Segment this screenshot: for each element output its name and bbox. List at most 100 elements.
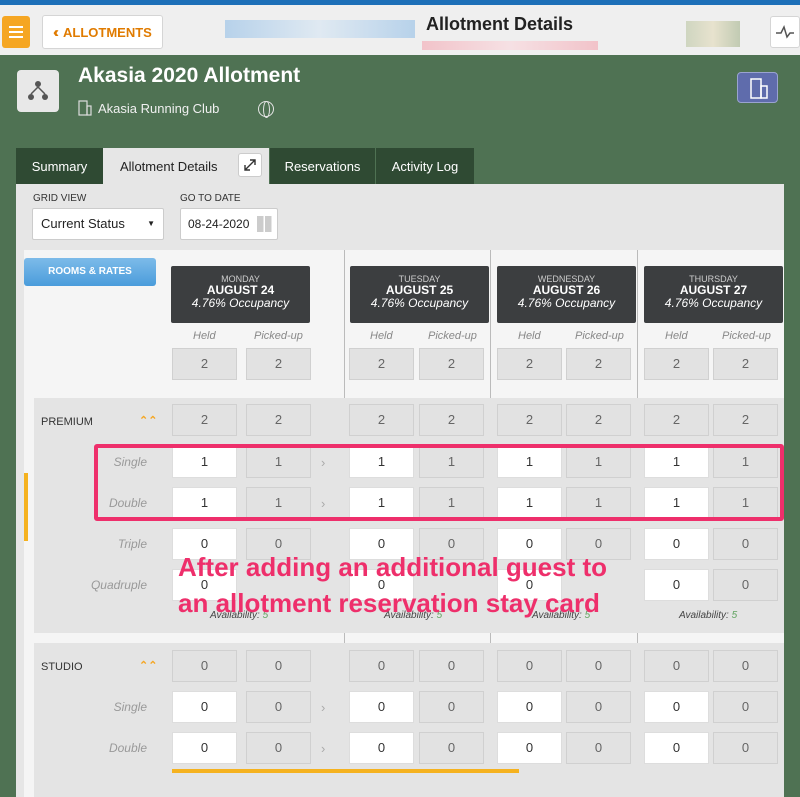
picked-up-value: 0	[713, 691, 778, 723]
picked-up-value: 0	[419, 650, 484, 682]
calendar-icon[interactable]	[257, 216, 273, 232]
activity-pulse-button[interactable]	[770, 16, 800, 48]
availability-label: Availability:	[679, 610, 729, 621]
picked-up-value: 2	[419, 348, 484, 380]
picked-up-value: 2	[419, 404, 484, 436]
tab-reservations[interactable]: Reservations	[270, 148, 375, 184]
vertical-scrollbar[interactable]	[24, 473, 28, 541]
day-date: AUGUST 27	[679, 283, 748, 297]
row-label-triple: Triple	[117, 537, 147, 551]
held-col-label: Held	[665, 330, 688, 342]
held-input: 2	[497, 348, 562, 380]
picked-col-label: Picked-up	[575, 330, 624, 342]
held-input[interactable]: 0	[497, 732, 562, 764]
picked-up-value: 0	[566, 650, 631, 682]
picked-up-value: 0	[713, 528, 778, 560]
building-icon	[78, 100, 92, 116]
picked-up-value: 2	[713, 348, 778, 380]
annotation-text: After adding an additional guest to an a…	[178, 549, 607, 621]
held-input[interactable]: 0	[497, 691, 562, 723]
held-input[interactable]: 0	[172, 691, 237, 723]
picked-up-value: 0	[419, 691, 484, 723]
hotel-icon	[750, 78, 768, 99]
picked-up-value: 2	[566, 404, 631, 436]
rooms-rates-button[interactable]: ROOMS & RATES	[24, 258, 156, 286]
held-input[interactable]: 0	[644, 732, 709, 764]
held-input[interactable]: 0	[349, 732, 414, 764]
picked-col-label: Picked-up	[722, 330, 771, 342]
go-to-date-label: GO TO DATE	[180, 193, 241, 204]
day-occupancy: 4.76% Occupancy	[517, 296, 616, 310]
day-date: AUGUST 24	[206, 283, 275, 297]
pulse-icon	[776, 24, 794, 39]
grid-view-label: GRID VIEW	[33, 193, 87, 204]
picked-up-value: 2	[246, 348, 311, 380]
held-input[interactable]: 0	[172, 732, 237, 764]
held-input[interactable]: 0	[349, 691, 414, 723]
globe-icon[interactable]	[258, 101, 274, 118]
held-col-label: Held	[518, 330, 541, 342]
day-occupancy: 4.76% Occupancy	[191, 296, 290, 310]
held-col-label: Held	[193, 330, 216, 342]
row-label-quadruple: Quadruple	[90, 578, 147, 592]
picked-up-value: 0	[566, 732, 631, 764]
collapse-icon[interactable]: ⌃⌃	[139, 414, 157, 427]
picked-up-value: 0	[246, 691, 311, 723]
double-chevron-left-icon: ‹‹	[53, 23, 59, 41]
held-col-label: Held	[370, 330, 393, 342]
day-date: AUGUST 26	[532, 283, 601, 297]
back-button-label: ALLOTMENTS	[63, 24, 152, 40]
chevron-right-icon[interactable]: ›	[321, 700, 325, 715]
held-input[interactable]: 0	[644, 528, 709, 560]
availability-value: 5	[731, 610, 738, 621]
day-date: AUGUST 25	[385, 283, 454, 297]
picked-up-value: 0	[419, 732, 484, 764]
held-input[interactable]: 0	[644, 569, 709, 601]
tab-summary[interactable]: Summary	[16, 148, 103, 184]
row-label-single: Single	[113, 700, 147, 714]
back-to-allotments-button[interactable]: ‹‹ ALLOTMENTS	[42, 15, 163, 49]
expand-icon[interactable]	[238, 153, 262, 177]
chevron-right-icon[interactable]: ›	[321, 741, 325, 756]
tab-activity-log[interactable]: Activity Log	[376, 148, 474, 184]
annotation-line-2: an allotment reservation stay card	[178, 588, 600, 618]
picked-up-value: 0	[246, 732, 311, 764]
picked-col-label: Picked-up	[428, 330, 477, 342]
picked-col-label: Picked-up	[254, 330, 303, 342]
allotment-title: Akasia 2020 Allotment	[78, 64, 301, 87]
held-input[interactable]: 0	[644, 691, 709, 723]
held-input: 2	[172, 348, 237, 380]
highlight-box	[94, 444, 784, 521]
picked-up-value: 0	[713, 650, 778, 682]
picked-up-value: 0	[713, 569, 778, 601]
room-type-premium: PREMIUM	[41, 416, 93, 428]
blurred-text	[225, 20, 415, 38]
room-type-studio: STUDIO	[41, 661, 83, 673]
hotel-button[interactable]	[737, 72, 778, 103]
held-input: 2	[349, 348, 414, 380]
held-input: 2	[172, 404, 237, 436]
day-header: MONDAY AUGUST 24 4.76% Occupancy	[171, 266, 310, 323]
day-occupancy: 4.76% Occupancy	[370, 296, 469, 310]
day-header: THURSDAY AUGUST 27 4.76% Occupancy	[644, 266, 783, 323]
grid-view-value: Current Status	[41, 216, 125, 231]
day-header: WEDNESDAY AUGUST 26 4.76% Occupancy	[497, 266, 636, 323]
blurred-text	[422, 41, 598, 50]
picked-up-value: 2	[713, 404, 778, 436]
day-occupancy: 4.76% Occupancy	[664, 296, 763, 310]
page-title: Allotment Details	[426, 14, 574, 34]
held-input: 2	[644, 348, 709, 380]
caret-down-icon: ▼	[147, 219, 155, 228]
picked-up-value: 2	[566, 348, 631, 380]
grid-view-select[interactable]: Current Status ▼	[32, 208, 164, 240]
day-header: TUESDAY AUGUST 25 4.76% Occupancy	[350, 266, 489, 323]
club-name: Akasia Running Club	[98, 101, 220, 116]
held-input: 2	[497, 404, 562, 436]
horizontal-scrollbar[interactable]	[172, 769, 519, 773]
held-input: 0	[349, 650, 414, 682]
availability: Availability: 5	[679, 610, 737, 621]
collapse-icon[interactable]: ⌃⌃	[139, 659, 157, 672]
picked-up-value: 0	[246, 650, 311, 682]
annotation-line-1: After adding an additional guest to	[178, 552, 607, 582]
menu-icon[interactable]	[2, 16, 30, 48]
